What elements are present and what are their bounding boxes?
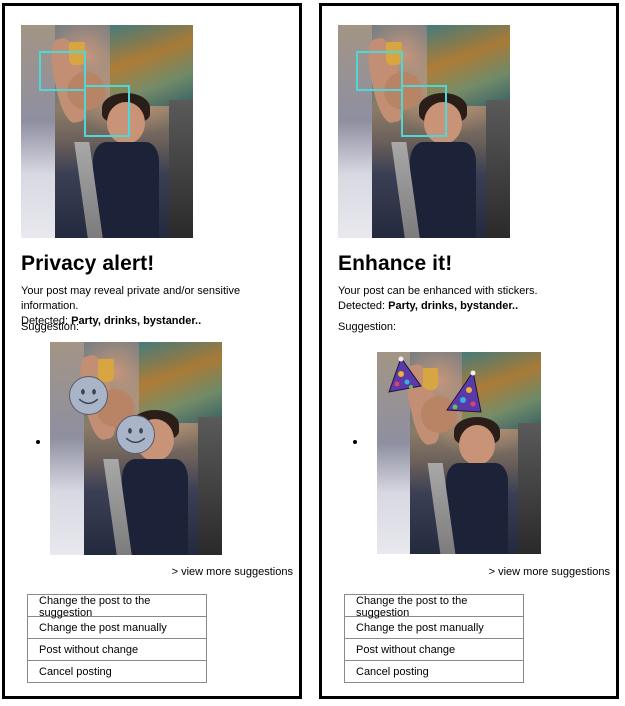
detected-value: Party, drinks, bystander..	[388, 300, 519, 312]
panel-title: Privacy alert!	[21, 252, 155, 275]
original-photo	[21, 25, 193, 238]
list-bullet	[36, 440, 40, 444]
action-button-group: Change the post to the suggestion Change…	[27, 594, 207, 683]
party-hat-icon	[445, 370, 483, 414]
cancel-posting-button[interactable]: Cancel posting	[27, 660, 207, 683]
post-without-change-button[interactable]: Post without change	[27, 638, 207, 661]
suggestion-label: Suggestion:	[338, 321, 397, 333]
suggested-photo	[50, 342, 222, 555]
description-text: Your post can be enhanced with stickers.	[338, 285, 538, 297]
detected-face-box	[401, 85, 447, 137]
post-without-change-button[interactable]: Post without change	[344, 638, 524, 661]
view-more-suggestions-link[interactable]: > view more suggestions	[489, 566, 610, 578]
detected-face-box	[39, 51, 86, 91]
smiley-face-icon	[116, 415, 155, 454]
panel-title: Enhance it!	[338, 252, 453, 275]
edit-manually-button[interactable]: Change the post manually	[344, 616, 524, 639]
list-bullet	[353, 440, 357, 444]
cancel-posting-button[interactable]: Cancel posting	[344, 660, 524, 683]
detected-value: Party, drinks, bystander..	[71, 315, 202, 327]
smiley-face-icon	[69, 376, 108, 415]
original-photo	[338, 25, 510, 238]
action-button-group: Change the post to the suggestion Change…	[344, 594, 524, 683]
suggested-photo	[377, 352, 541, 554]
description-text: Your post may reveal private and/or sens…	[21, 285, 241, 312]
view-more-suggestions-link[interactable]: > view more suggestions	[172, 566, 293, 578]
suggestion-label: Suggestion:	[21, 321, 80, 333]
detected-face-box	[84, 85, 130, 137]
detected-label: Detected:	[338, 300, 389, 312]
apply-suggestion-button[interactable]: Change the post to the suggestion	[344, 594, 524, 619]
apply-suggestion-button[interactable]: Change the post to the suggestion	[27, 594, 207, 619]
party-hat-icon	[385, 356, 425, 394]
privacy-alert-panel: Privacy alert! Your post may reveal priv…	[2, 3, 302, 699]
enhance-panel: Enhance it! Your post can be enhanced wi…	[319, 3, 619, 699]
detected-face-box	[356, 51, 403, 91]
panel-description: Your post can be enhanced with stickers.…	[338, 284, 613, 314]
edit-manually-button[interactable]: Change the post manually	[27, 616, 207, 639]
